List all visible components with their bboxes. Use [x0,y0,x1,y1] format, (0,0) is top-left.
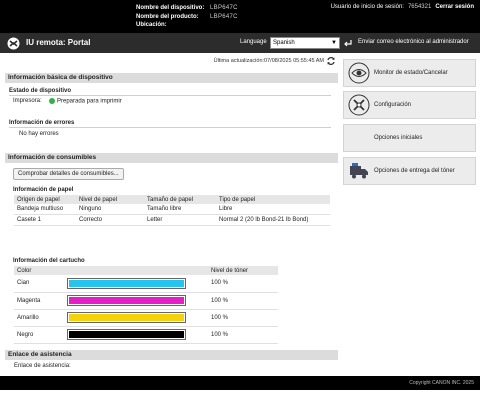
printer-status: Preparada para imprimir [49,98,122,105]
initial-options-button[interactable]: Opciones iniciales [343,124,476,152]
settings-label: Configuración [374,102,412,108]
delivery-truck-icon [350,163,368,179]
support-link-label[interactable]: Enlace de asistencia: [14,363,71,369]
cartridge-color-name: Magenta [14,292,64,310]
cartridge-row: Negro 100 % [14,326,278,344]
check-consumables-button[interactable]: Comprobar detalles de consumibles... [13,168,124,180]
mail-admin-link[interactable]: Enviar correo electrónico al administrad… [358,39,469,45]
consumables-heading: Información de consumibles [5,153,338,163]
language-label: Language [240,39,267,45]
toner-level-fill [69,297,184,304]
device-info: Nombre del dispositivo: LBP647C Nombre de… [136,4,238,30]
column-header [64,266,208,275]
footer: Copyright CANON INC. 2025 [0,376,480,390]
table-cell: Casete 1 [14,214,76,226]
table-cell: Letter [144,214,216,226]
toner-bar-cell [64,292,208,310]
device-name-label: Nombre del dispositivo: [136,5,205,11]
cartridge-info-heading: Información del cartucho [13,258,85,264]
toner-level-fill [69,331,184,338]
top-header: Nombre del dispositivo: LBP647C Nombre de… [0,0,480,33]
device-basic-heading: Información básica de dispositivo [5,73,338,83]
paper-table: Origen de papel Nivel de papel Tamaño de… [14,195,330,226]
status-monitor-label: Monitor de estado/Cancelar [374,70,448,76]
refresh-icon[interactable] [326,56,336,66]
status-ok-icon [49,98,55,104]
device-status-heading: Estado de dispositivo [9,88,72,94]
table-cell: Normal 2 (20 lb Bond-21 lb Bond) [216,214,330,226]
table-row: Casete 1 Correcto Letter Normal 2 (20 lb… [14,214,330,226]
toner-level-fill [69,279,184,287]
initial-options-label: Opciones iniciales [374,135,423,141]
column-header: Nivel de papel [76,195,144,204]
status-monitor-button[interactable]: Monitor de estado/Cancelar [343,59,476,87]
toner-level-bar [67,277,186,289]
divider [9,95,331,96]
toner-level-bar [67,295,186,306]
error-text: No hay errores [19,131,59,137]
cartridge-table: Color Nivel de tóner Cian 100 % Magenta 100… [14,266,278,344]
toner-bar-cell [64,275,208,293]
printer-label: Impresora: [13,98,42,104]
device-name-value: LBP647C [210,5,238,11]
login-user-value: 7654321 [407,4,432,10]
cartridge-color-name: Cian [14,275,64,293]
cartridge-row: Cian 100 % [14,275,278,293]
support-heading: Enlace de asistencia [5,350,338,360]
table-header-row: Color Nivel de tóner [14,266,278,275]
column-header: Tamaño de papel [144,195,216,204]
table-header-row: Origen de papel Nivel de papel Tamaño de… [14,195,330,204]
language-select-value: Spanish [273,40,295,46]
table-cell: Tamaño libre [144,204,216,215]
portal-title: IU remota: Portal [26,38,91,47]
portal-bar: IU remota: Portal Language Spanish ▼ Env… [0,33,480,53]
table-cell: Bandeja multiuso [14,204,76,215]
printer-status-text: Preparada para imprimir [57,98,122,105]
toner-level-fill [69,314,184,321]
cartridge-color-name: Amarillo [14,309,64,327]
toner-level-text: 100 % [208,275,278,293]
toner-bar-cell [64,309,208,327]
location-label: Ubicación: [136,22,167,28]
logout-link[interactable]: Cerrar sesión [435,4,474,10]
toner-level-text: 100 % [208,309,278,327]
language-select[interactable]: Spanish ▼ [270,37,340,49]
divider [9,127,331,128]
paper-info-heading: Información de papel [13,187,74,193]
login-info: Usuario de inicio de sesión: 7654321 Cer… [331,4,474,10]
column-header: Nivel de tóner [208,266,278,275]
chevron-down-icon: ▼ [331,40,337,46]
toner-delivery-button[interactable]: Opciones de entrega del tóner [343,157,476,185]
return-icon[interactable] [343,38,353,48]
last-update: Última actualización:07/08/2025 05:55:45… [213,58,324,64]
product-name-value: LBP647C [210,13,238,20]
table-row: Bandeja multiuso Ninguno Tamaño libre Li… [14,204,330,215]
table-cell: Ninguno [76,204,144,215]
error-info-heading: Información de errores [9,120,75,126]
toner-level-text: 100 % [208,292,278,310]
monitor-icon [348,62,370,84]
settings-button[interactable]: Configuración [343,91,476,119]
settings-icon [348,94,370,116]
cartridge-row: Magenta 100 % [14,292,278,310]
table-cell: Libre [216,204,330,215]
toner-bar-cell [64,326,208,344]
portal-logo-icon [7,37,20,50]
column-header: Color [14,266,64,275]
table-cell: Correcto [76,214,144,226]
login-user-label: Usuario de inicio de sesión: [330,4,404,10]
column-header: Origen de papel [14,195,76,204]
cartridge-row: Amarillo 100 % [14,309,278,327]
product-name-label: Nombre del producto: [136,13,199,20]
cartridge-color-name: Negro [14,326,64,344]
toner-delivery-label: Opciones de entrega del tóner [374,168,455,174]
toner-level-bar [67,312,186,323]
toner-level-text: 100 % [208,326,278,344]
toner-level-bar [67,329,186,340]
column-header: Tipo de papel [216,195,330,204]
